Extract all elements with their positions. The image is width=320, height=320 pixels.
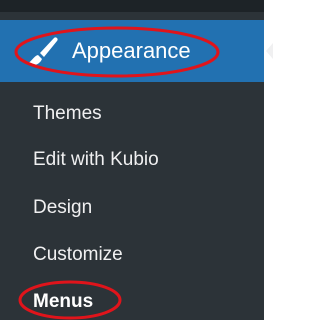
screenshot-canvas: Appearance Themes Edit with Kubio Design… [0,0,273,320]
submenu-item-edit-with-kubio[interactable]: Edit with Kubio [33,148,159,172]
submenu-item-design[interactable]: Design [33,196,92,220]
collapse-arrow-icon[interactable] [266,43,273,59]
paintbrush-icon [24,34,60,68]
submenu-item-customize[interactable]: Customize [33,243,123,267]
sidebar-top-strip [0,0,264,12]
submenu-item-menus[interactable]: Menus [33,290,93,314]
admin-sidebar: Appearance Themes Edit with Kubio Design… [0,0,264,320]
submenu-item-themes[interactable]: Themes [33,102,102,126]
appearance-submenu: Themes Edit with Kubio Design Customize … [0,82,264,320]
menu-item-appearance-label: Appearance [72,38,191,63]
menu-item-appearance[interactable]: Appearance [0,20,264,82]
